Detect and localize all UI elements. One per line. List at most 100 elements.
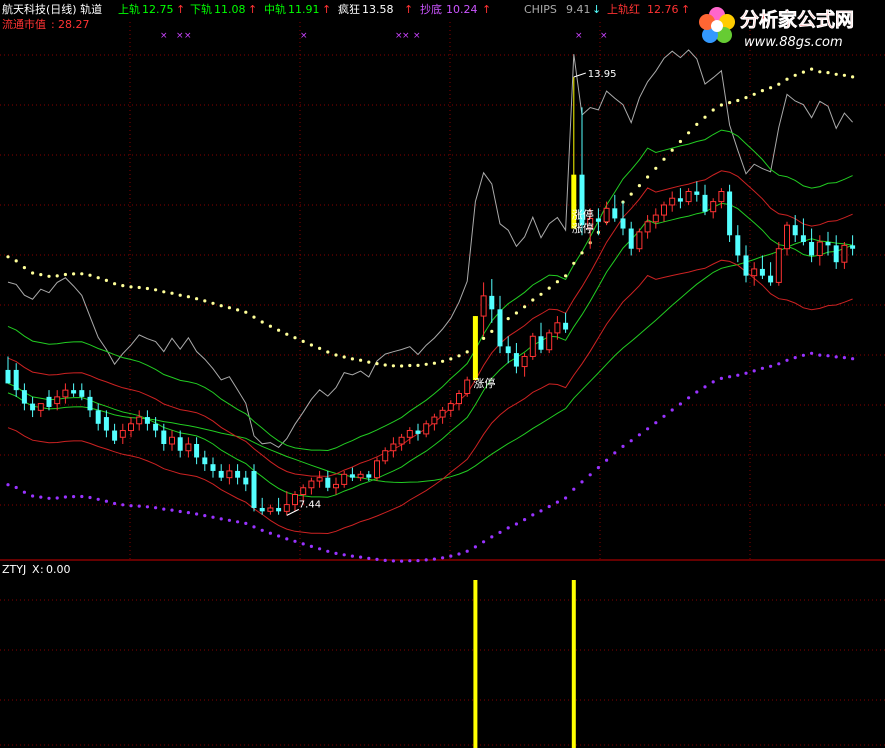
marker-x: ×: [575, 31, 583, 41]
lower-panel-title: ZTYJ: [2, 563, 26, 576]
candle-body: [833, 245, 839, 263]
lower-panel-x-value: 0.00: [46, 563, 71, 576]
crazy-dot: [318, 346, 322, 350]
candle-body: [415, 430, 421, 434]
candle-body: [112, 430, 118, 441]
bottom-dot: [22, 490, 26, 494]
crazy-dot: [637, 184, 642, 188]
crazy-dot: [260, 320, 264, 324]
bottom-dot: [834, 355, 838, 359]
crazy-dot: [785, 77, 789, 81]
crazy-dot: [195, 297, 199, 301]
lower-panel-x-label: X: [32, 563, 40, 576]
indicator-upper-value: 12.75: [142, 3, 174, 16]
bottom-dot: [482, 540, 486, 544]
crazy-dot: [826, 71, 830, 75]
crazy-dot: [359, 358, 363, 362]
crazy-dot: [482, 336, 486, 340]
crazy-dot: [432, 361, 436, 365]
crazy-dot: [170, 291, 174, 295]
crazy-dot: [178, 293, 182, 297]
candle-body: [628, 228, 634, 249]
bottom-dot: [367, 556, 371, 561]
signal-bar: [473, 580, 478, 748]
bottom-dot: [145, 505, 149, 509]
bottom-dot: [88, 495, 92, 500]
chips-label: CHIPS: [524, 3, 557, 16]
bottom-dot: [244, 521, 248, 526]
bottom-dot: [63, 495, 67, 499]
crazy-dot: [769, 86, 773, 90]
bottom-dot: [96, 497, 100, 501]
crazy-dot: [777, 82, 781, 86]
watermark-url: www.88gs.com: [744, 35, 843, 50]
candle-body-up: [841, 244, 848, 263]
bottom-dot: [137, 504, 141, 508]
bottom-dot: [490, 535, 494, 539]
crazy-dot: [293, 336, 297, 340]
bottom-dot: [104, 499, 108, 503]
bottom-dot: [178, 509, 182, 514]
candle-body: [489, 295, 495, 310]
bottom-dot: [711, 380, 715, 384]
bottom-dot: [170, 508, 174, 512]
candle-body-up: [341, 473, 348, 485]
indicator-lower-label: 下轨: [190, 2, 212, 16]
crazy-dot: [203, 299, 207, 303]
candle-body-up: [37, 403, 44, 411]
crazy-dot: [662, 157, 666, 161]
bottom-dot: [227, 518, 231, 522]
candle-body: [235, 470, 241, 478]
svg-text::: :: [51, 18, 55, 31]
candle-body: [850, 245, 856, 249]
bottom-dot: [391, 559, 395, 563]
candle-body-up: [464, 379, 471, 394]
bottom-dot: [793, 356, 797, 360]
chips-path: [7, 49, 853, 449]
candle-body-up: [431, 416, 438, 425]
crazy-dot: [121, 284, 125, 288]
candle-body-up: [710, 201, 717, 213]
crazy-dot: [728, 101, 732, 105]
candle-body-up: [267, 507, 274, 512]
bottom-dot: [851, 357, 855, 361]
indicator-upper-label: 上轨: [118, 2, 140, 16]
bottom-dot: [703, 385, 707, 389]
market-cap-label: 流通市值: [2, 17, 46, 31]
bottom-dot: [30, 494, 35, 498]
bottom-dot: [326, 549, 330, 553]
bottom-dot: [810, 351, 814, 355]
crazy-dot: [416, 363, 420, 367]
candle-body: [538, 336, 544, 350]
bottom-dot: [318, 547, 322, 551]
candle-body: [161, 430, 167, 444]
arrow-up-icon: ↑: [176, 3, 185, 16]
candle-body-up: [554, 322, 561, 334]
indicator-lower-value: 11.08: [214, 3, 246, 16]
candle-body-up: [685, 191, 692, 203]
candle-body: [727, 191, 733, 236]
crazy-dot: [252, 315, 256, 319]
arrow-up-icon: ↑: [404, 3, 413, 16]
candle-body: [153, 423, 159, 431]
candle-body: [677, 198, 683, 202]
candle-body: [735, 235, 741, 256]
bottom-dot: [72, 495, 76, 499]
bottom-dot: [162, 507, 166, 511]
marker-x: ×: [600, 31, 608, 41]
crazy-dot: [539, 292, 543, 296]
bottom-dot: [55, 496, 59, 500]
candle-body: [620, 218, 626, 229]
bottom-dot: [564, 496, 568, 500]
crazy-dot: [88, 273, 92, 277]
lower-panel: [473, 580, 576, 748]
crazy-dot: [744, 96, 748, 100]
candle-body: [251, 470, 257, 508]
arrow-up-icon: ↑: [681, 3, 690, 16]
candle-body: [144, 417, 150, 424]
candle-body: [87, 396, 93, 411]
bottom-dot: [301, 542, 305, 546]
indicator-crazy-label: 疯狂: [338, 2, 360, 16]
bottom-dot: [818, 353, 822, 357]
crazy-dot: [580, 251, 584, 255]
